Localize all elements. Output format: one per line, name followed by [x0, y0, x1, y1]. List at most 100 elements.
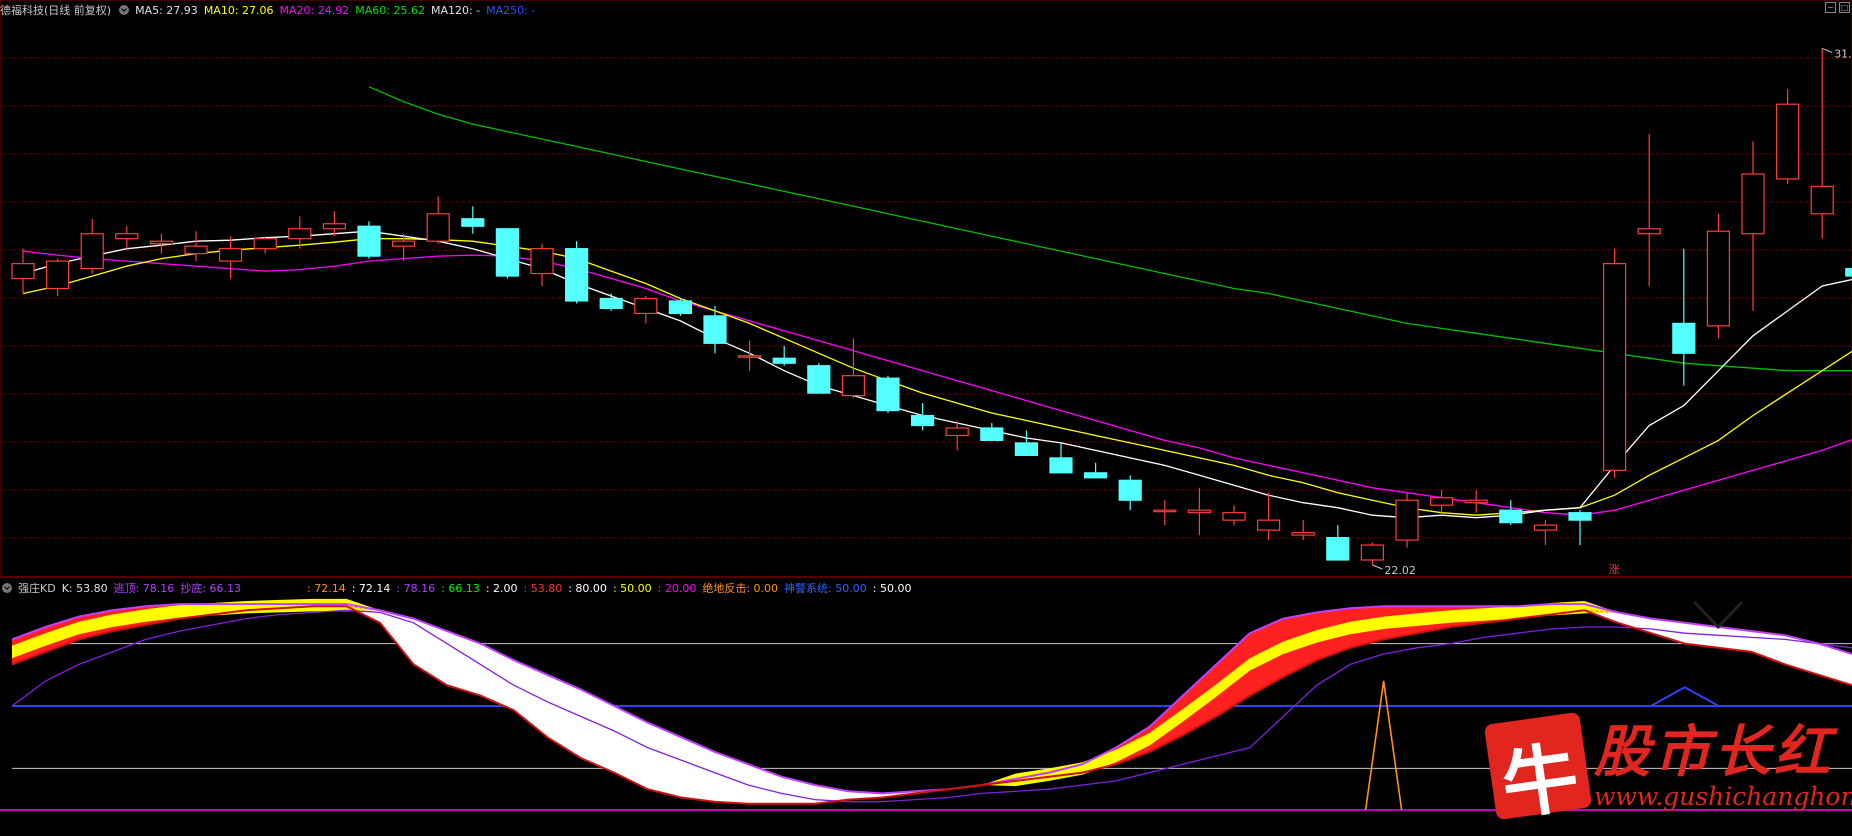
- up-candle: [253, 236, 277, 254]
- candle-body: [807, 365, 831, 394]
- up-candle: [322, 211, 346, 237]
- down-candle: [876, 375, 900, 414]
- ma60-line: [368, 86, 1852, 372]
- candle-body: [392, 240, 416, 247]
- candle-body: [841, 375, 866, 397]
- watermark-logo: 牛: [1483, 711, 1593, 831]
- low-pointer: [1372, 564, 1383, 570]
- up-candle: [1360, 542, 1385, 565]
- up-candle: [841, 338, 866, 399]
- down-candle: [1845, 267, 1852, 277]
- candle-body: [599, 297, 623, 310]
- high-pointer: [1822, 47, 1833, 53]
- down-candle: [461, 206, 485, 234]
- candle-body: [1429, 497, 1454, 506]
- up-candle: [1187, 487, 1212, 536]
- up-candle: [530, 243, 554, 287]
- down-candle: [980, 423, 1004, 442]
- down-candle: [564, 241, 589, 304]
- watermark: 牛 股市长红 www.gushichanghong.com: [1483, 711, 1852, 831]
- candle-body: [253, 238, 277, 250]
- candle-body: [1118, 479, 1142, 501]
- candle-body: [11, 263, 35, 280]
- candle-body: [1291, 532, 1315, 536]
- candle-body: [322, 223, 346, 230]
- candle-body: [461, 218, 485, 227]
- candle-body: [1256, 519, 1281, 531]
- up-candle: [426, 196, 450, 244]
- down-candle: [495, 228, 519, 279]
- up-candle: [184, 231, 208, 262]
- candle-body: [1741, 173, 1765, 235]
- candle-body: [530, 248, 554, 275]
- candle-body: [1637, 228, 1661, 235]
- kd-v-mark: [1693, 600, 1744, 630]
- candle-body: [1568, 512, 1592, 521]
- up-candle: [1810, 48, 1834, 239]
- up-candle: [45, 258, 70, 296]
- candlesticks: [11, 48, 1852, 565]
- candle-body: [1326, 536, 1350, 561]
- candle-body: [1602, 263, 1627, 471]
- candle-body: [1499, 509, 1523, 524]
- candle-body: [357, 225, 381, 257]
- candle-body: [1845, 267, 1852, 277]
- candle-body: [703, 315, 727, 344]
- candle-body: [564, 248, 589, 302]
- candle-body: [945, 427, 969, 437]
- candle-body: [876, 377, 900, 412]
- candle-body: [495, 228, 519, 277]
- watermark-title: 股市长红: [1594, 718, 1834, 785]
- moving-average-lines: [22, 86, 1852, 519]
- down-candle: [1118, 475, 1142, 511]
- candle-body: [219, 248, 243, 262]
- candle-body: [1187, 509, 1212, 514]
- kd-blue-bump: [1650, 686, 1720, 707]
- watermark-url: www.gushichanghong.com: [1594, 781, 1852, 811]
- down-candle: [1568, 510, 1592, 546]
- candle-body: [1672, 322, 1696, 354]
- candle-body: [737, 355, 762, 358]
- candle-body: [1395, 499, 1419, 541]
- up-candle: [1153, 500, 1177, 526]
- high-label: 31.77: [1834, 47, 1852, 60]
- up-candle: [1775, 89, 1800, 184]
- candle-body: [1153, 509, 1177, 513]
- candle-body: [149, 240, 173, 245]
- candle-body: [115, 233, 139, 240]
- up-candle: [1222, 505, 1246, 526]
- down-candle: [599, 293, 623, 311]
- down-candle: [772, 345, 796, 366]
- candle-body: [668, 300, 693, 315]
- candle-body: [1775, 103, 1800, 180]
- down-candle: [357, 221, 381, 259]
- down-candle: [1326, 525, 1350, 561]
- up-candle: [1706, 213, 1731, 339]
- candle-body: [426, 213, 450, 242]
- up-candle: [219, 236, 243, 279]
- up-candle: [11, 248, 35, 294]
- down-candle: [1499, 500, 1523, 526]
- ma20-line: [22, 250, 1852, 516]
- up-candle: [634, 295, 658, 324]
- candle-body: [45, 260, 70, 290]
- down-candle: [1014, 430, 1039, 456]
- candle-body: [910, 414, 935, 427]
- candle-body: [1706, 230, 1731, 327]
- up-candle: [1741, 141, 1765, 311]
- up-candle: [1602, 248, 1627, 478]
- stock-chart[interactable]: 31.7722.02涨榜: [0, 0, 1852, 817]
- candle-body: [1464, 499, 1488, 504]
- up-candle: [1395, 492, 1419, 548]
- candle-body: [1014, 442, 1039, 456]
- candle-body: [980, 427, 1004, 442]
- ma10-line: [22, 238, 1852, 516]
- candle-body: [1533, 524, 1558, 531]
- up-candle: [149, 233, 173, 254]
- candle-body: [634, 297, 658, 315]
- candle-body: [1049, 457, 1073, 474]
- down-candle: [1672, 248, 1696, 386]
- candle-body: [772, 357, 796, 364]
- candle-body: [80, 233, 104, 270]
- up-candle: [1637, 134, 1661, 287]
